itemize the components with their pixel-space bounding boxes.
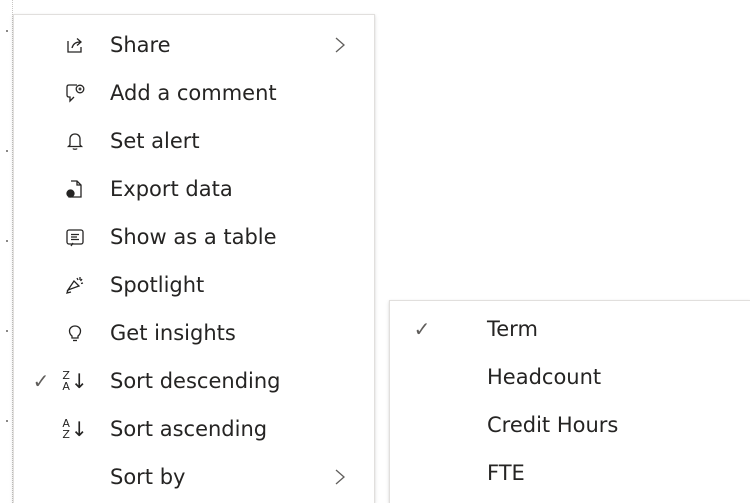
- canvas-dot: [6, 240, 8, 242]
- submenu-item-label: Headcount: [487, 365, 602, 389]
- table-icon: [62, 213, 88, 261]
- menu-item-label: Sort descending: [110, 369, 281, 393]
- export-data-icon: [62, 165, 88, 213]
- menu-item-label: Share: [110, 33, 171, 57]
- canvas-dot: [6, 30, 8, 32]
- comment-icon: [62, 69, 88, 117]
- report-canvas-edge: [0, 0, 13, 503]
- menu-item-label: Set alert: [110, 129, 200, 153]
- menu-item-label: Sort ascending: [110, 417, 268, 441]
- spotlight-icon: [62, 261, 88, 309]
- submenu-item-label: Term: [487, 317, 538, 341]
- menu-item-spotlight[interactable]: Spotlight: [14, 261, 374, 309]
- bell-icon: [62, 117, 88, 165]
- menu-item-label: Show as a table: [110, 225, 277, 249]
- menu-item-label: Export data: [110, 177, 233, 201]
- menu-item-label: Get insights: [110, 321, 236, 345]
- menu-item-sort-ascending[interactable]: A Z ↓ Sort ascending: [14, 405, 374, 453]
- submenu-item-credit-hours[interactable]: Credit Hours: [390, 401, 750, 449]
- sort-by-submenu: ✓ Term Headcount Credit Hours FTE: [389, 300, 750, 503]
- menu-item-label: Spotlight: [110, 273, 205, 297]
- menu-item-label: Sort by: [110, 465, 186, 489]
- chevron-right-icon: [332, 21, 348, 69]
- visual-context-menu: Share Add a comment Set alert Export dat…: [13, 14, 375, 503]
- menu-item-set-alert[interactable]: Set alert: [14, 117, 374, 165]
- submenu-item-term[interactable]: ✓ Term: [390, 305, 750, 353]
- submenu-item-label: FTE: [487, 461, 525, 485]
- submenu-item-label: Credit Hours: [487, 413, 619, 437]
- menu-item-sort-by[interactable]: Sort by: [14, 453, 374, 501]
- checkmark-icon: ✓: [413, 317, 431, 341]
- sort-ascending-icon: A Z ↓: [62, 417, 88, 441]
- menu-item-sort-descending[interactable]: ✓ Z A ↓ Sort descending: [14, 357, 374, 405]
- lightbulb-icon: [62, 309, 88, 357]
- chevron-right-icon: [332, 453, 348, 501]
- submenu-item-fte[interactable]: FTE: [390, 449, 750, 497]
- menu-item-add-comment[interactable]: Add a comment: [14, 69, 374, 117]
- submenu-item-headcount[interactable]: Headcount: [390, 353, 750, 401]
- canvas-dot: [6, 150, 8, 152]
- menu-item-show-as-table[interactable]: Show as a table: [14, 213, 374, 261]
- canvas-dot: [6, 420, 8, 422]
- menu-item-get-insights[interactable]: Get insights: [14, 309, 374, 357]
- canvas-dot: [6, 330, 8, 332]
- menu-item-share[interactable]: Share: [14, 21, 374, 69]
- menu-item-label: Add a comment: [110, 81, 277, 105]
- sort-descending-icon: Z A ↓: [62, 369, 88, 393]
- share-icon: [62, 21, 88, 69]
- menu-item-export-data[interactable]: Export data: [14, 165, 374, 213]
- checkmark-icon: ✓: [32, 369, 50, 393]
